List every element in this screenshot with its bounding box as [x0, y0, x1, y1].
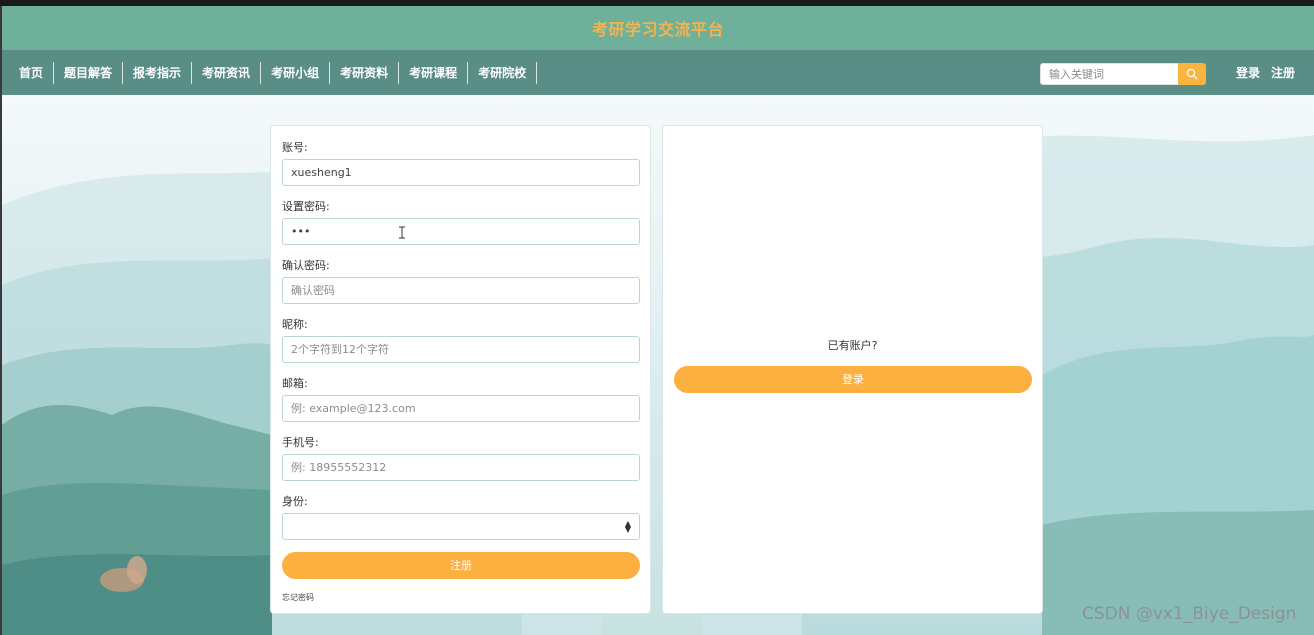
account-input[interactable]: xuesheng1 — [282, 159, 640, 186]
register-card: 账号: xuesheng1 设置密码: ••• 确认密码: 确认密码 昵称: 2… — [270, 125, 651, 614]
site-header: 考研学习交流平台 — [2, 6, 1314, 50]
search-icon — [1186, 68, 1198, 80]
nav-item-news[interactable]: 考研资讯 — [192, 61, 262, 84]
search-box — [1040, 63, 1206, 85]
site-title: 考研学习交流平台 — [591, 20, 724, 39]
auth-links: 登录 注册 — [1236, 50, 1306, 95]
register-submit-button[interactable]: 注册 — [282, 552, 640, 579]
nickname-input[interactable]: 2个字符到12个字符 — [282, 336, 640, 363]
password-value: ••• — [291, 225, 311, 238]
confirm-password-input[interactable]: 确认密码 — [282, 277, 640, 304]
nav-item-answers[interactable]: 题目解答 — [54, 61, 124, 84]
nav-item-courses[interactable]: 考研课程 — [399, 61, 469, 84]
password-input[interactable]: ••• — [282, 218, 640, 245]
identity-label: 身份: — [282, 495, 308, 508]
email-input[interactable]: 例: example@123.com — [282, 395, 640, 422]
have-account-text: 已有账户? — [827, 339, 878, 352]
mountain-landscape-image — [2, 135, 1314, 635]
forgot-password-link[interactable]: 忘记密码 — [282, 592, 314, 603]
phone-input[interactable]: 例: 18955552312 — [282, 454, 640, 481]
password-label: 设置密码: — [282, 200, 330, 213]
account-label: 账号: — [282, 141, 308, 154]
nav-login-link[interactable]: 登录 — [1236, 64, 1260, 81]
nav-register-link[interactable]: 注册 — [1271, 64, 1295, 81]
nav-item-guide[interactable]: 报考指示 — [123, 61, 193, 84]
login-button[interactable]: 登录 — [674, 366, 1032, 393]
search-input[interactable] — [1040, 63, 1178, 85]
nav-item-schools[interactable]: 考研院校 — [468, 61, 538, 84]
confirm-password-label: 确认密码: — [282, 259, 330, 272]
phone-label: 手机号: — [282, 436, 319, 449]
nav-bar: 首页 题目解答 报考指示 考研资讯 考研小组 考研资料 考研课程 考研院校 登录… — [2, 50, 1314, 95]
nav-links: 首页 题目解答 报考指示 考研资讯 考研小组 考研资料 考研课程 考研院校 — [10, 50, 538, 95]
nav-item-materials[interactable]: 考研资料 — [330, 61, 400, 84]
login-card: 已有账户? 登录 — [662, 125, 1043, 614]
nav-item-home[interactable]: 首页 — [10, 61, 55, 84]
email-label: 邮箱: — [282, 377, 308, 390]
text-cursor-icon — [399, 226, 405, 239]
identity-select[interactable]: ▲ ▼ — [282, 513, 640, 540]
nickname-label: 昵称: — [282, 318, 308, 331]
nav-item-groups[interactable]: 考研小组 — [261, 61, 331, 84]
landscape-background — [2, 95, 1314, 635]
select-arrows-icon: ▲ ▼ — [624, 519, 631, 534]
watermark: CSDN @vx1_Biye_Design — [1082, 604, 1297, 624]
search-button[interactable] — [1178, 63, 1206, 85]
